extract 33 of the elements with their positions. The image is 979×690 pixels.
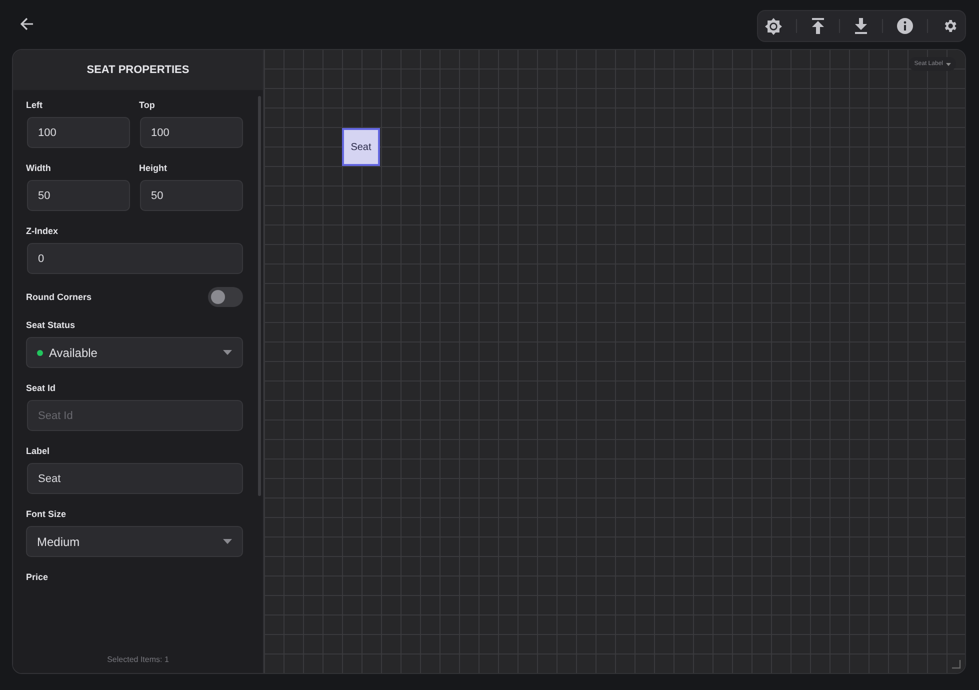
toggle-label: Round Corners <box>26 292 92 302</box>
field-label: Price <box>26 572 50 582</box>
field-label: Left <box>26 100 44 110</box>
resize-handle-icon[interactable] <box>952 660 961 669</box>
toggle-switch[interactable] <box>208 287 243 307</box>
seat[interactable]: Seat <box>342 128 380 166</box>
info-icon[interactable] <box>897 18 913 34</box>
field-label: Label <box>26 446 51 456</box>
input-field[interactable]: 100 <box>27 117 130 148</box>
field-label: Font Size <box>26 509 67 519</box>
field-label: Width <box>26 163 52 173</box>
field-label: Seat Id <box>26 383 57 393</box>
input-field[interactable]: 50 <box>140 180 243 211</box>
settings-icon[interactable] <box>942 18 958 34</box>
upload-icon[interactable] <box>811 18 825 34</box>
input-field[interactable]: 100 <box>140 117 243 148</box>
back-arrow-icon[interactable] <box>20 17 34 31</box>
field-label: Seat Status <box>26 320 76 330</box>
field-label: Height <box>139 163 168 173</box>
input-field[interactable]: 50 <box>27 180 130 211</box>
panel-title: SEAT PROPERTIES <box>86 64 190 76</box>
download-icon[interactable] <box>854 18 868 34</box>
caret-icon <box>223 350 232 355</box>
field-label: Top <box>139 100 156 110</box>
selection-count: Selected Items: 1 <box>107 654 169 664</box>
input-field[interactable]: Seat <box>27 463 243 494</box>
brightness-icon[interactable] <box>765 18 782 34</box>
dropdown[interactable]: Available <box>26 337 243 368</box>
caret-icon <box>223 539 232 544</box>
input-field[interactable]: 0 <box>27 243 243 274</box>
field-label: Z-Index <box>26 226 60 236</box>
dropdown[interactable]: Medium <box>26 526 243 557</box>
caret-icon <box>946 62 951 66</box>
